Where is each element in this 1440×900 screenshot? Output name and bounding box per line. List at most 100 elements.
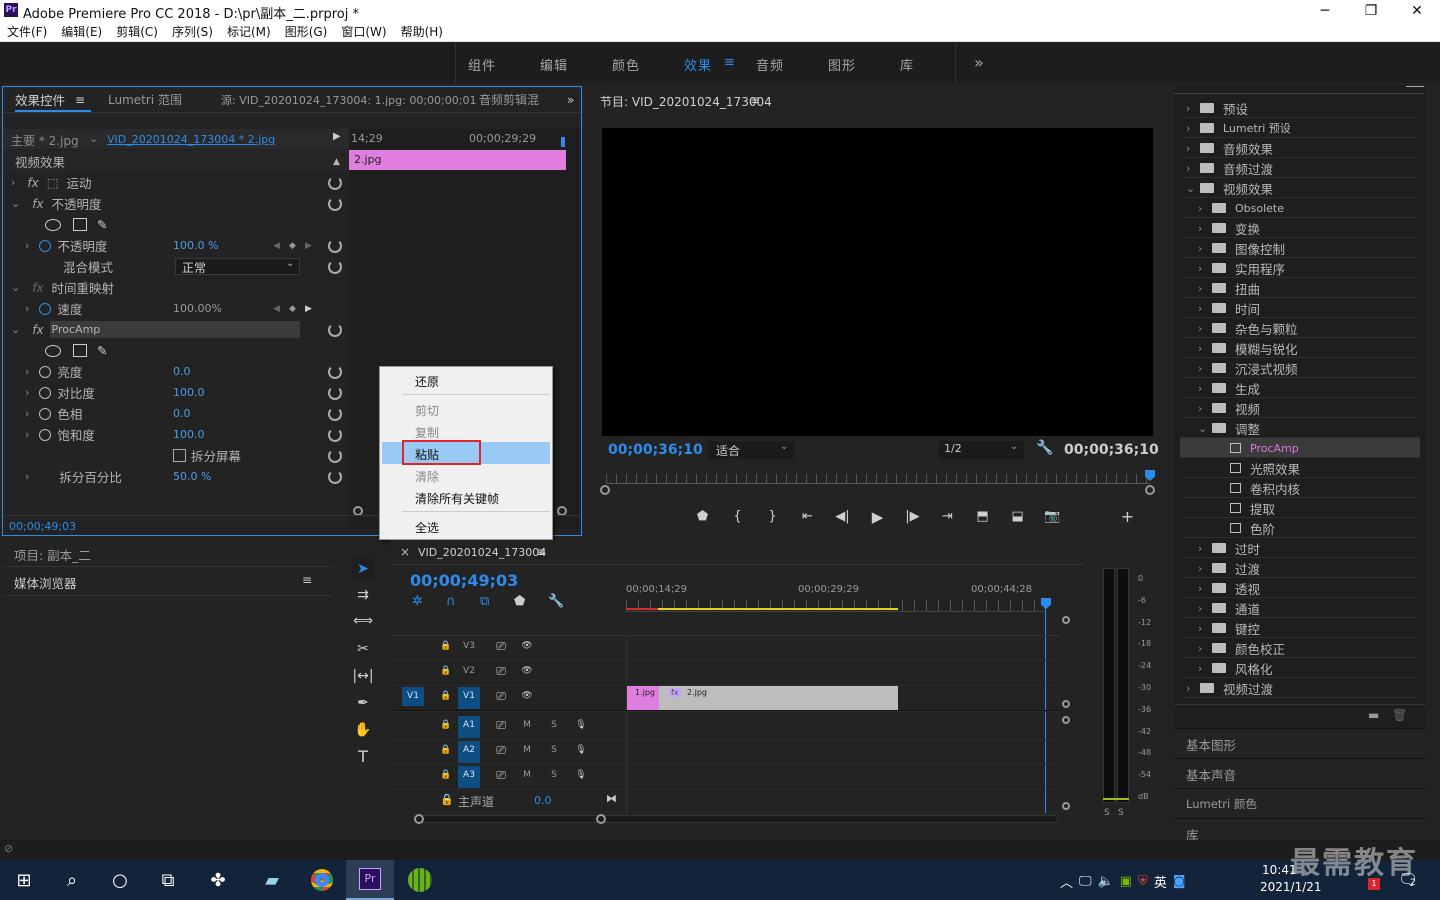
sync-lock-icon[interactable]: ⎚ <box>490 716 512 735</box>
eye-icon[interactable]: 👁 <box>516 662 538 681</box>
program-title[interactable]: 节目: VID_20201024_173004 <box>600 93 772 110</box>
prev-keyframe-icon[interactable]: ◀ <box>273 304 280 314</box>
effects-tree-item[interactable]: › 实用程序 <box>1180 258 1420 278</box>
close-sequence-icon[interactable]: × <box>400 545 410 559</box>
reset-icon[interactable] <box>328 428 342 442</box>
wrench-icon[interactable]: 🔧 <box>1036 440 1053 456</box>
menu-marker[interactable]: 标记(M) <box>227 22 271 42</box>
effects-tree-item[interactable]: › Obsolete <box>1180 198 1420 218</box>
master-clip-label[interactable]: 主要 * 2.jpg <box>11 132 79 149</box>
add-marker-icon[interactable]: ⬟ <box>514 594 548 609</box>
snap-icon[interactable]: ✲ <box>412 594 446 609</box>
motion-row[interactable]: › fx ⬚ 运动 <box>3 172 348 193</box>
play-only-icon[interactable]: ▶ <box>333 131 341 142</box>
mark-in-icon[interactable]: { <box>720 509 755 524</box>
timeline-ruler[interactable] <box>626 600 1046 612</box>
ec-timecode[interactable]: 00;00;49;03 <box>9 520 76 533</box>
chevron-right-icon[interactable]: › <box>1198 602 1212 615</box>
prev-keyframe-icon[interactable]: ◀ <box>273 241 280 251</box>
chevron-right-icon[interactable]: › <box>1186 122 1200 135</box>
a-scroll-handle-bottom[interactable] <box>1062 802 1070 810</box>
microphone-icon[interactable]: 🎙 <box>570 766 592 785</box>
effects-tree-item[interactable]: › 音频效果 <box>1180 138 1420 158</box>
cortana-icon[interactable]: ○ <box>96 860 144 900</box>
selection-tool-icon[interactable]: ➤ <box>352 558 374 580</box>
chevron-right-icon[interactable]: › <box>1198 262 1212 275</box>
razor-tool-icon[interactable]: ✂ <box>352 638 374 660</box>
chevron-right-icon[interactable]: › <box>1186 142 1200 155</box>
v-scroll-handle-top[interactable] <box>1062 616 1070 624</box>
watermelon-app-icon[interactable] <box>396 860 444 900</box>
panel-essential-graphics[interactable]: 基本图形 <box>1174 728 1426 758</box>
saturation-value[interactable]: 100.0 <box>173 428 205 441</box>
v-scroll-handle-mid[interactable] <box>1062 700 1070 708</box>
microphone-icon[interactable]: 🎙 <box>570 716 592 735</box>
hand-tool-icon[interactable]: ✋ <box>352 719 374 741</box>
volume-icon[interactable]: 🔈 <box>1098 874 1114 889</box>
resolution-select[interactable]: 1/2 ⌄ <box>938 441 1024 459</box>
new-bin-icon[interactable]: ▬ <box>1368 708 1379 722</box>
sync-lock-icon[interactable]: ⎚ <box>490 637 512 656</box>
lock-icon[interactable]: 🔒 <box>435 687 457 706</box>
reset-icon[interactable] <box>328 407 342 421</box>
effects-tree-item[interactable]: › 生成 <box>1180 378 1420 398</box>
ripple-edit-tool-icon[interactable]: ⟺ <box>352 610 374 632</box>
export-frame-icon[interactable]: 📷 <box>1035 509 1070 524</box>
chevron-right-icon[interactable]: › <box>1198 562 1212 575</box>
menu-edit[interactable]: 编辑(E) <box>61 22 102 42</box>
menu-select-all[interactable]: 全选 <box>415 519 439 536</box>
add-keyframe-icon[interactable]: ◆ <box>289 241 296 251</box>
a-scroll-handle-top[interactable] <box>1062 716 1070 724</box>
pen-mask-icon[interactable]: ✎ <box>97 217 107 232</box>
mute-button[interactable]: M <box>516 716 538 735</box>
effects-tree-item[interactable]: › 变换 <box>1180 218 1420 238</box>
effects-tree-item[interactable]: › 扭曲 <box>1180 278 1420 298</box>
solo-left-button[interactable]: S <box>1104 808 1110 818</box>
stopwatch-icon[interactable] <box>39 428 52 441</box>
program-timecode[interactable]: 00;00;36;10 <box>608 442 703 458</box>
tab-lumetri-scopes[interactable]: Lumetri 范围 <box>108 91 182 108</box>
panel-essential-sound[interactable]: 基本声音 <box>1174 758 1426 788</box>
opacity-value[interactable]: 100.0 % <box>173 239 218 252</box>
chevron-right-icon[interactable]: › <box>1198 662 1212 675</box>
timeline-timecode[interactable]: 00;00;49;03 <box>410 571 518 590</box>
panel-menu-icon[interactable]: ≡ <box>75 93 85 107</box>
chevron-down-icon[interactable]: ⌄ <box>1198 422 1212 435</box>
clip-2jpg[interactable]: fx 2.jpg <box>659 686 898 710</box>
menu-cut[interactable]: 剪切 <box>415 402 439 419</box>
lock-icon[interactable]: 🔒 <box>435 766 457 785</box>
go-to-in-icon[interactable]: ⇤ <box>790 509 825 524</box>
chevron-right-icon[interactable]: › <box>1198 542 1212 555</box>
rectangle-mask-icon[interactable] <box>73 218 87 231</box>
notes-app-icon[interactable]: ▰ <box>248 860 296 900</box>
add-keyframe-icon[interactable]: ◆ <box>289 304 296 314</box>
chevron-right-icon[interactable]: › <box>1198 302 1212 315</box>
chevron-right-icon[interactable]: › <box>1198 222 1212 235</box>
go-to-edit-icon[interactable]: ⧓ <box>606 792 617 805</box>
app-pinwheel-icon[interactable]: ✤ <box>194 860 242 900</box>
timeline-hscroll[interactable] <box>414 815 1058 823</box>
track-target-label[interactable]: A3 <box>458 766 480 788</box>
effects-tree-item[interactable]: › 时间 <box>1180 298 1420 318</box>
show-hidden-icons-icon[interactable]: ︿ <box>1060 872 1073 891</box>
zoom-left-handle[interactable] <box>600 485 610 495</box>
add-marker-icon[interactable]: ⬟ <box>685 509 720 524</box>
eye-icon[interactable]: 👁 <box>516 687 538 706</box>
lock-icon[interactable]: 🔒 <box>435 637 457 656</box>
menu-clip[interactable]: 剪辑(C) <box>116 22 158 42</box>
solo-button[interactable]: S <box>543 741 565 760</box>
workspace-assembly[interactable]: 组件 <box>468 55 496 74</box>
qq-icon[interactable]: ◙ <box>1173 874 1186 889</box>
track-target-label[interactable]: V1 <box>458 687 480 709</box>
reset-icon[interactable] <box>328 323 342 337</box>
chevron-right-icon[interactable]: › <box>1198 202 1212 215</box>
network-icon[interactable]: 🖵 <box>1079 874 1092 889</box>
ellipse-mask-icon[interactable] <box>45 218 61 231</box>
menu-copy[interactable]: 复制 <box>415 424 439 441</box>
program-video-frame[interactable] <box>602 128 1153 436</box>
stopwatch-icon[interactable] <box>39 239 52 252</box>
effects-tree-item[interactable]: › 过渡 <box>1180 558 1420 578</box>
solo-right-button[interactable]: S <box>1118 808 1124 818</box>
effects-tree-item[interactable]: › 预设 <box>1180 98 1420 118</box>
stopwatch-icon[interactable] <box>39 407 52 420</box>
